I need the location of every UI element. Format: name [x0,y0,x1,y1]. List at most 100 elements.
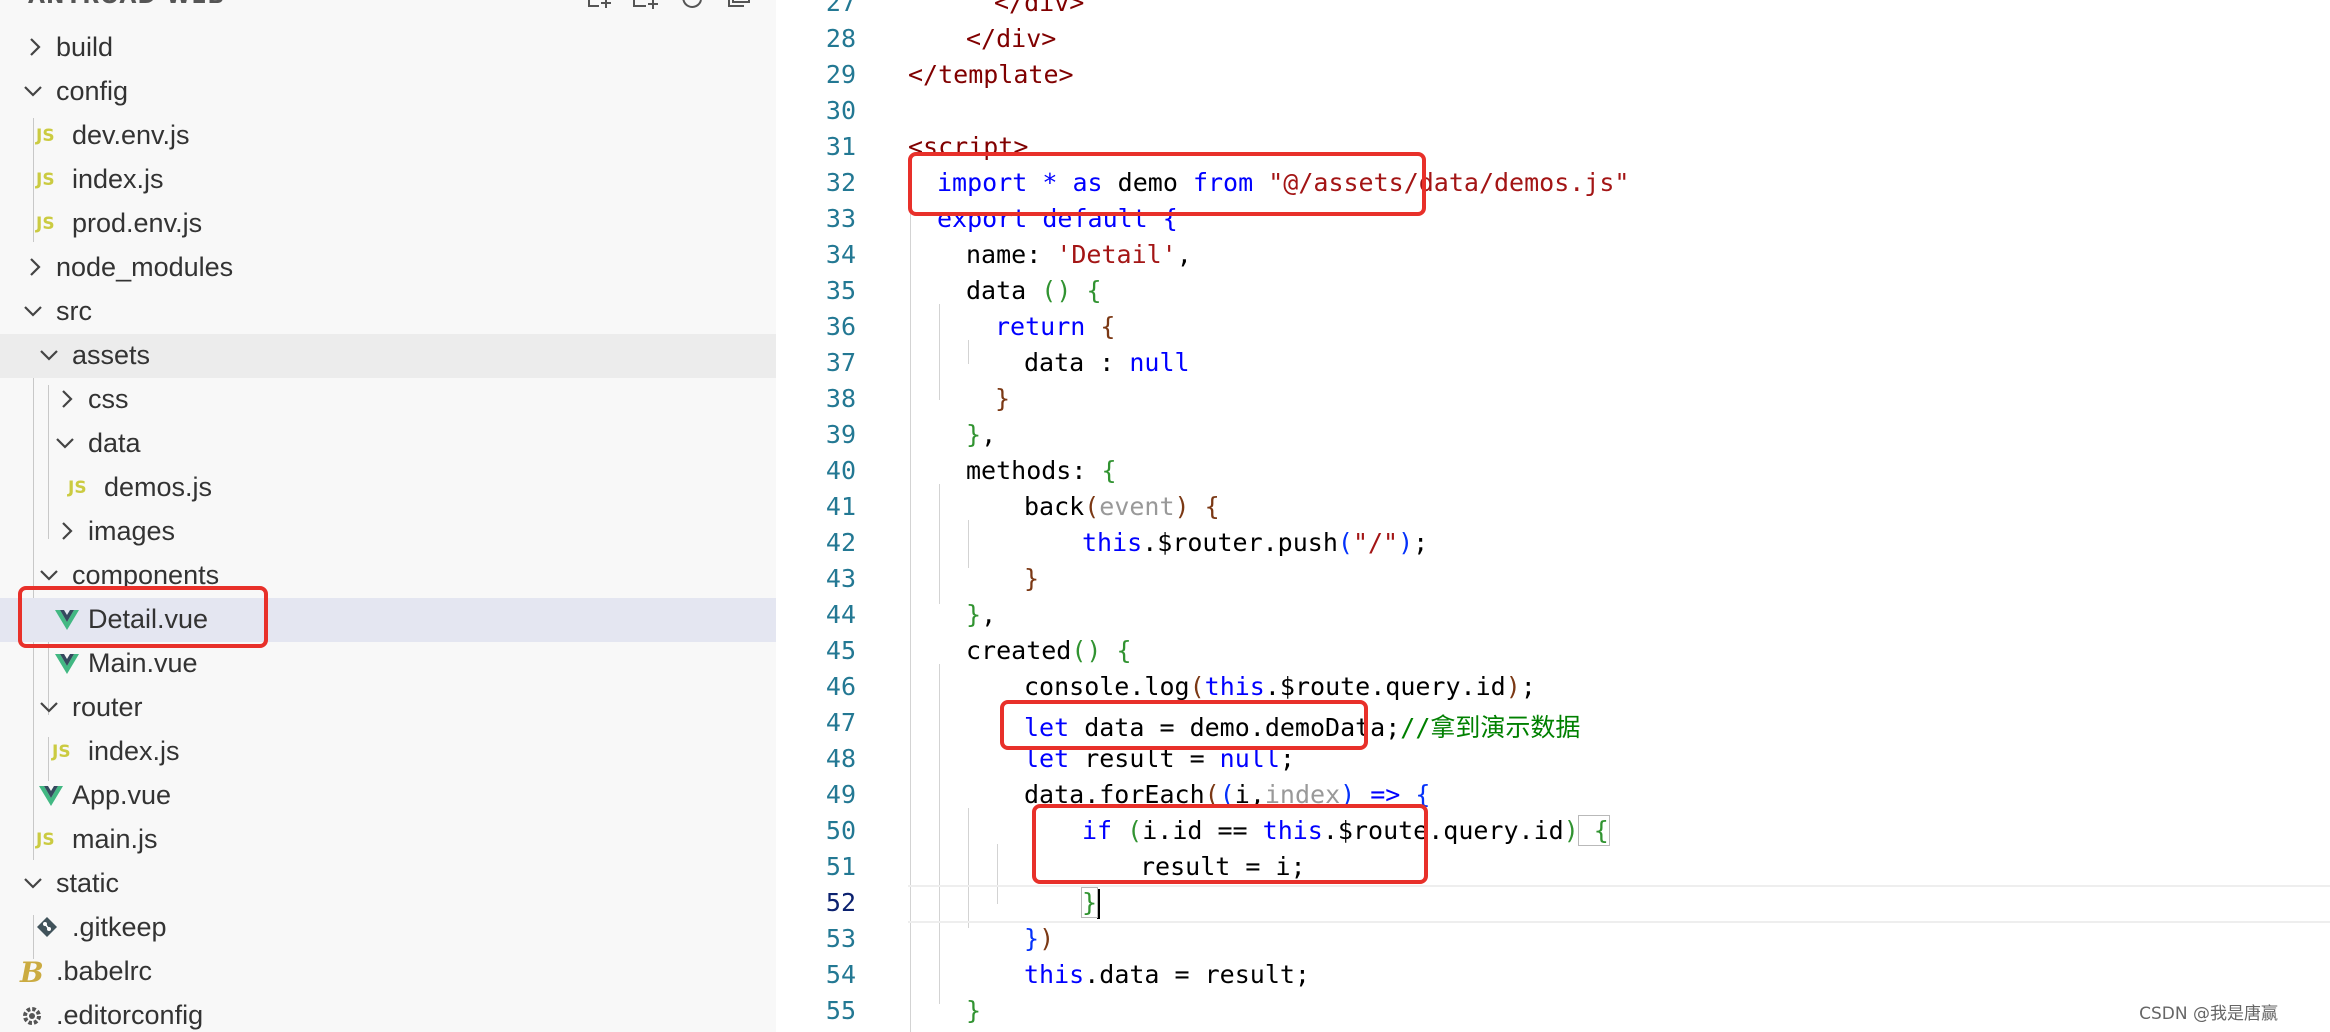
tree-file-demos[interactable]: JS demos.js [0,466,776,510]
tree-label: index.js [72,164,164,194]
js-file-icon: JS [36,170,55,190]
line-number: 54 [825,960,856,989]
tree-label: prod.env.js [72,208,203,238]
code-line-44: 44}, [776,596,2330,632]
tree-file-config-index[interactable]: JS index.js [0,158,776,202]
vue-file-icon [38,784,64,808]
highlight-box-import [908,152,1426,216]
code-line-55: 55} [776,992,2330,1028]
code-token: 'Detail' [1056,240,1177,269]
tree-folder-images[interactable]: images [0,510,776,554]
tree-label: src [56,296,92,326]
tree-folder-data[interactable]: data [0,422,776,466]
code-line-42: 42 this.$router.push("/"); [776,524,2330,560]
code-editor[interactable]: 27 </div> 28 </div> 29 </template> 30 31 <sc… [776,0,2330,1032]
code-line-27: 27 </div> [776,0,2330,20]
line-number: 35 [825,276,856,305]
code-token: </template> [908,60,1074,89]
line-number: 37 [825,348,856,377]
line-number: 49 [825,780,856,809]
line-number: 40 [825,456,856,485]
line-number: 51 [825,852,856,881]
tree-label: .editorconfig [56,1000,204,1030]
watermark: CSDN @我是唐赢 [2139,1004,2278,1024]
code-token: ) [1039,924,1055,953]
code-token: data : [1024,348,1130,377]
code-line-34: 34 name: 'Detail', [776,236,2330,272]
tree-file-gitkeep[interactable]: .gitkeep [0,906,776,950]
code-token: this [1024,960,1085,989]
code-token: , [981,600,997,629]
code-comment: //拿到演示数据 [1400,713,1581,742]
js-file-icon: JS [36,126,55,146]
tree-file-dev-env[interactable]: JS dev.env.js [0,114,776,158]
tree-folder-router[interactable]: router [0,686,776,730]
tree-folder-assets[interactable]: assets [0,334,776,378]
vue-file-icon [54,652,80,676]
line-number: 27 [825,0,856,17]
tree-folder-build[interactable]: build [0,26,776,70]
new-file-icon[interactable] [585,0,613,10]
tree-label: index.js [88,736,180,766]
tree-folder-css[interactable]: css [0,378,776,422]
highlight-box-if-block [1032,804,1428,884]
code-token: ( [1337,528,1353,557]
tree-file-editorconfig[interactable]: .editorconfig [0,994,776,1032]
code-token: name: [966,240,1057,269]
line-number: 38 [825,384,856,413]
chevron-down-icon [22,298,44,324]
tree-file-app-vue[interactable]: App.vue [0,774,776,818]
tree-folder-static[interactable]: static [0,862,776,906]
code-line-40: 40 methods: { [776,452,2330,488]
code-line-36: 36 return { [776,308,2330,344]
line-number: 39 [825,420,856,449]
chevron-down-icon [38,342,60,368]
tree-folder-node-modules[interactable]: node_modules [0,246,776,290]
code-token: .data = result; [1084,960,1310,989]
code-token: ) [1505,672,1521,701]
tree-folder-src[interactable]: src [0,290,776,334]
line-number: 44 [825,600,856,629]
code-line-50: 50 if (i.id == this.$route.query.id) { [776,812,2330,848]
code-token: , [1176,240,1192,269]
tree-file-main-js[interactable]: JS main.js [0,818,776,862]
tree-label: .gitkeep [72,912,167,942]
line-number: 41 [825,492,856,521]
new-folder-icon[interactable] [632,0,660,10]
code-token: } [966,996,982,1025]
code-line-43: 43} [776,560,2330,596]
line-number: 36 [825,312,856,341]
chevron-down-icon [38,694,60,720]
tree-label: Main.vue [88,648,198,678]
code-token: ) [1563,816,1579,845]
code-token: { [1204,492,1220,521]
line-number: 29 [825,60,856,89]
tree-label: demos.js [104,472,213,502]
line-number: 45 [825,636,856,665]
code-token: } [966,420,982,449]
code-token: { [1101,456,1117,485]
tree-label: main.js [72,824,158,854]
code-token: null [1129,348,1190,377]
tree-file-router-index[interactable]: JS index.js [0,730,776,774]
collapse-all-icon[interactable] [726,0,754,10]
line-number: 28 [825,24,856,53]
refresh-icon[interactable] [679,0,707,10]
line-number: 32 [825,168,856,197]
code-token: created [966,636,1072,665]
tree-label: css [88,384,129,414]
tree-file-babelrc[interactable]: B .babelrc [0,950,776,994]
code-token: } [1024,924,1040,953]
code-line-54: 54 this.data = result; [776,956,2330,992]
code-line-49: 49 data.forEach((i,index) => { [776,776,2330,812]
code-token: , [981,420,997,449]
tree-label: App.vue [72,780,172,810]
code-token: ( [1084,492,1100,521]
matching-bracket: } [1080,887,1099,918]
code-token: ; [1413,528,1429,557]
tree-file-prod-env[interactable]: JS prod.env.js [0,202,776,246]
js-file-icon: JS [36,830,55,850]
tree-folder-config[interactable]: config [0,70,776,114]
tree-file-main-vue[interactable]: Main.vue [0,642,776,686]
code-token: () [1071,636,1102,665]
